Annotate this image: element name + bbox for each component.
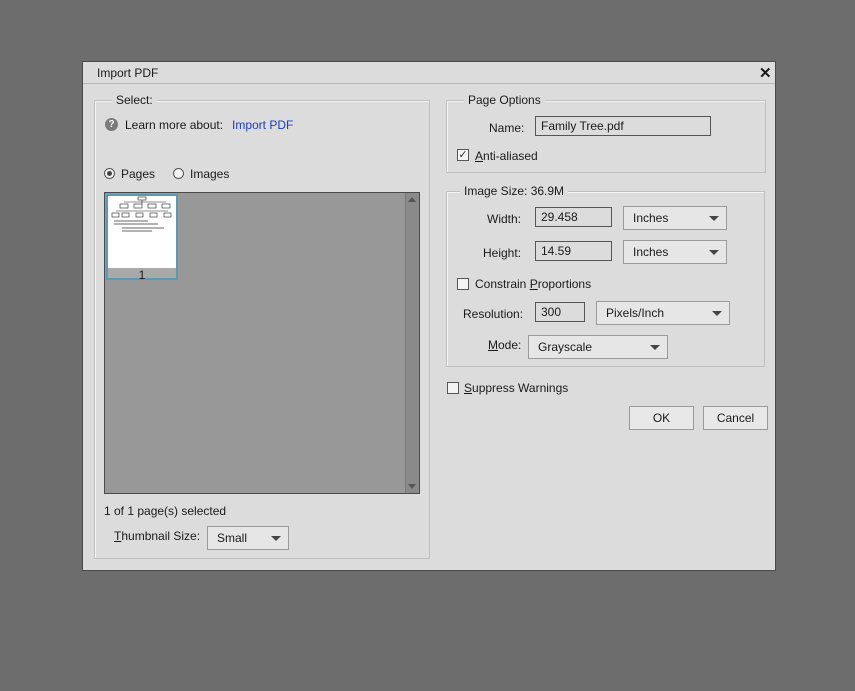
mode-value: Grayscale: [538, 340, 593, 354]
constrain-proportions-label[interactable]: Constrain Proportions: [475, 277, 591, 291]
cancel-button[interactable]: Cancel: [703, 406, 768, 430]
mode-select[interactable]: Grayscale: [528, 335, 668, 359]
chevron-down-icon: [712, 311, 722, 316]
select-legend: Select:: [112, 93, 157, 107]
thumbnail-size-label: Thumbnail Size:: [114, 529, 201, 543]
dialog-title: Import PDF: [97, 66, 159, 80]
height-unit-value: Inches: [633, 245, 669, 259]
chevron-down-icon: [271, 536, 281, 541]
chevron-down-icon: [650, 345, 660, 350]
close-icon[interactable]: ✕: [759, 64, 772, 82]
ok-button[interactable]: OK: [629, 406, 694, 430]
height-field[interactable]: 14.59: [535, 241, 612, 261]
images-radio-label[interactable]: Images: [190, 167, 229, 181]
height-unit-select[interactable]: Inches: [623, 240, 727, 264]
chevron-down-icon: [709, 250, 719, 255]
width-value: 29.458: [541, 210, 578, 224]
resolution-unit-value: Pixels/Inch: [606, 306, 665, 320]
resolution-value: 300: [541, 305, 562, 319]
mode-label: Mode:: [488, 338, 522, 352]
mode-label-rest: ode:: [498, 338, 522, 352]
width-unit-value: Inches: [633, 211, 669, 225]
thumbnail-size-select[interactable]: Small: [207, 526, 289, 550]
constrain-label-a: Constrain: [475, 277, 530, 291]
thumbnail-size-value: Small: [217, 531, 248, 545]
resolution-unit-select[interactable]: Pixels/Inch: [596, 301, 730, 325]
pages-radio-label[interactable]: Pages: [121, 167, 155, 181]
name-label: Name:: [489, 121, 525, 135]
anti-aliased-checkbox[interactable]: ✓: [457, 149, 469, 161]
resolution-label: Resolution:: [463, 307, 524, 321]
anti-aliased-label-rest: nti-aliased: [483, 149, 538, 163]
height-label: Height:: [483, 246, 522, 260]
width-unit-select[interactable]: Inches: [623, 206, 727, 230]
page-options-legend: Page Options: [464, 93, 545, 107]
scroll-down-icon[interactable]: [408, 484, 416, 489]
width-label: Width:: [487, 212, 522, 226]
constrain-proportions-checkbox[interactable]: [457, 278, 469, 290]
anti-aliased-label[interactable]: Anti-aliased: [475, 149, 538, 163]
thumbnail-pane[interactable]: 1: [104, 192, 420, 494]
page-options-group: Page Options Name: Family Tree.pdf ✓ Ant…: [446, 93, 766, 173]
import-pdf-link[interactable]: Import PDF: [232, 118, 293, 132]
image-size-group: Image Size: 36.9M Width: 29.458 Inches H…: [446, 184, 765, 367]
chevron-down-icon: [709, 216, 719, 221]
suppress-warnings-label-rest: uppress Warnings: [472, 381, 569, 395]
title-bar: Import PDF ✕: [83, 62, 775, 84]
help-icon: ?: [105, 118, 118, 131]
suppress-warnings-label[interactable]: Suppress Warnings: [464, 381, 568, 395]
suppress-warnings-checkbox[interactable]: [447, 382, 459, 394]
images-radio[interactable]: [173, 168, 184, 179]
image-size-legend: Image Size: 36.9M: [460, 184, 569, 198]
resolution-field[interactable]: 300: [535, 302, 585, 322]
name-field[interactable]: Family Tree.pdf: [535, 116, 711, 136]
constrain-label-b: roportions: [537, 277, 592, 291]
pages-radio[interactable]: [104, 168, 115, 179]
thumbnail-preview: [108, 196, 176, 268]
width-field[interactable]: 29.458: [535, 207, 612, 227]
thumbnail-scrollbar[interactable]: [405, 193, 419, 493]
thumbnail-page-number: 1: [138, 268, 146, 282]
import-pdf-dialog: Import PDF ✕ Select: ? Learn more about:…: [82, 61, 776, 571]
pages-selected-status: 1 of 1 page(s) selected: [104, 504, 227, 518]
height-value: 14.59: [541, 244, 572, 258]
name-field-value: Family Tree.pdf: [541, 119, 624, 133]
learn-more-text: Learn more about:: [125, 118, 224, 132]
page-thumbnail[interactable]: 1: [106, 194, 178, 282]
scroll-up-icon[interactable]: [408, 197, 416, 202]
thumbnail-size-label-rest: humbnail Size:: [121, 529, 201, 543]
